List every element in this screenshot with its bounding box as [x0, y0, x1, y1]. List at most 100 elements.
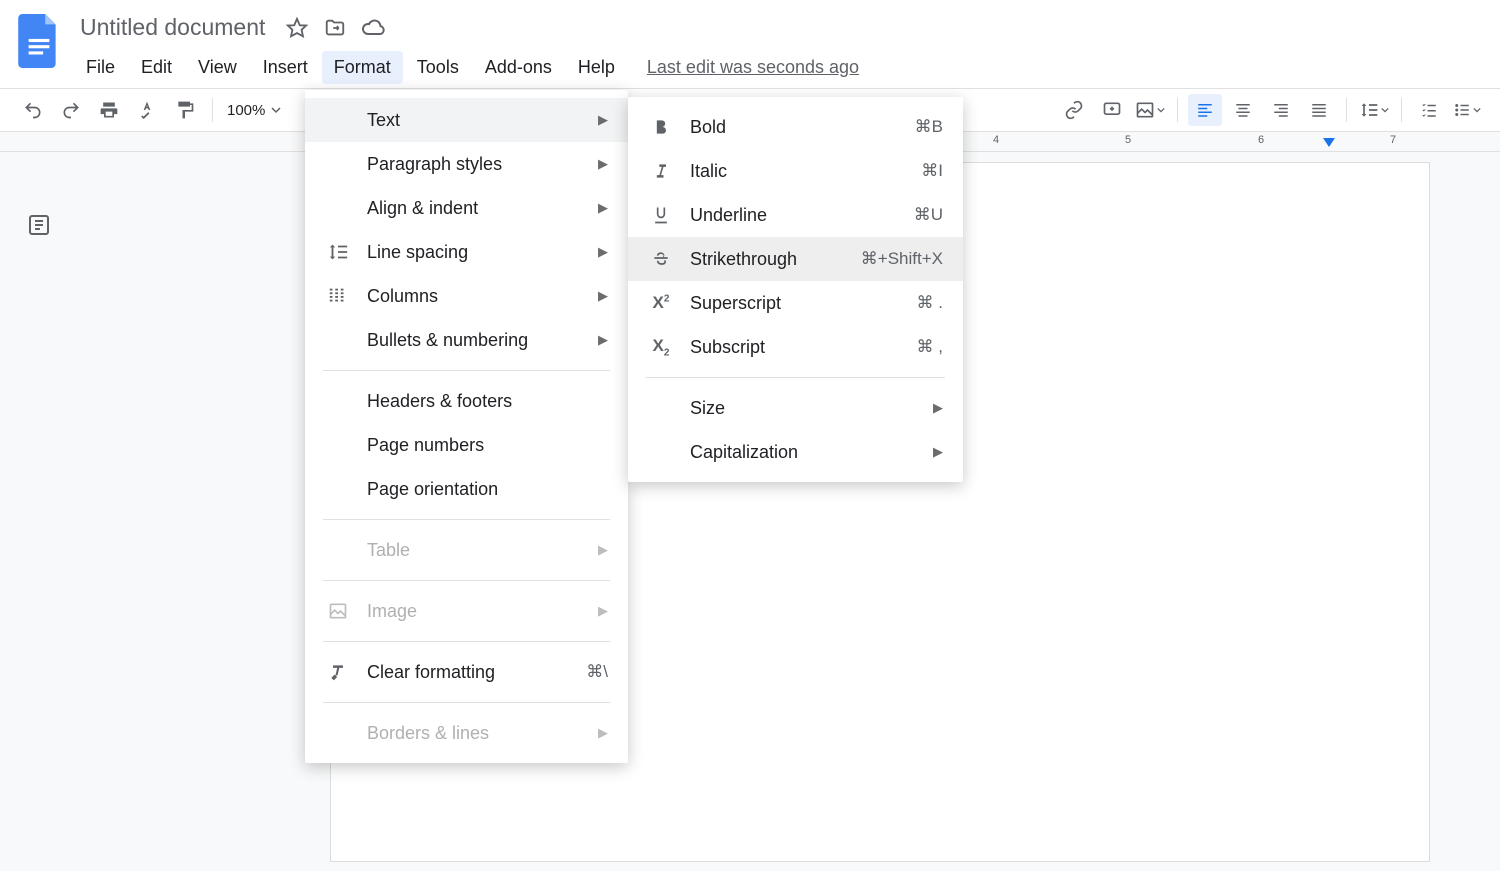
menu-label: Bold: [690, 117, 726, 138]
format-menu-columns[interactable]: Columns ▶: [305, 274, 628, 318]
ruler-number: 4: [993, 134, 999, 146]
format-menu-text[interactable]: Text ▶: [305, 98, 628, 142]
text-submenu-dropdown: Bold ⌘B Italic ⌘I Underline ⌘U Strikethr…: [628, 97, 963, 482]
submenu-arrow-icon: ▶: [574, 725, 608, 741]
zoom-value: 100%: [227, 102, 265, 119]
text-menu-superscript[interactable]: X2 Superscript ⌘ .: [628, 281, 963, 325]
text-menu-italic[interactable]: Italic ⌘I: [628, 149, 963, 193]
checklist-button[interactable]: [1412, 94, 1446, 126]
menu-edit[interactable]: Edit: [129, 51, 184, 84]
toolbar-separator: [1401, 98, 1402, 122]
format-menu-paragraph-styles[interactable]: Paragraph styles ▶: [305, 142, 628, 186]
menu-label: Bullets & numbering: [367, 330, 528, 351]
menu-label: Columns: [367, 286, 438, 307]
format-menu-page-orientation[interactable]: Page orientation: [305, 467, 628, 511]
sub-icon: X2: [648, 334, 674, 360]
menu-file[interactable]: File: [74, 51, 127, 84]
menu-label: Align & indent: [367, 198, 478, 219]
paint-format-button[interactable]: [168, 94, 202, 126]
menu-label: Superscript: [690, 293, 781, 314]
menu-label: Headers & footers: [367, 391, 512, 412]
docs-logo[interactable]: [18, 14, 60, 68]
menu-insert[interactable]: Insert: [251, 51, 320, 84]
text-menu-size[interactable]: Size ▶: [628, 386, 963, 430]
chevron-down-icon: [271, 105, 281, 115]
text-menu-bold[interactable]: Bold ⌘B: [628, 105, 963, 149]
format-menu-page-numbers[interactable]: Page numbers: [305, 423, 628, 467]
menu-label: Subscript: [690, 337, 765, 358]
undo-button[interactable]: [16, 94, 50, 126]
text-menu-capitalization[interactable]: Capitalization ▶: [628, 430, 963, 474]
underline-icon: [648, 202, 674, 228]
text-menu-subscript[interactable]: X2 Subscript ⌘ ,: [628, 325, 963, 369]
bulleted-list-button[interactable]: [1450, 94, 1484, 126]
format-menu-clear-formatting[interactable]: Clear formatting ⌘\: [305, 650, 628, 694]
menu-separator: [323, 519, 610, 520]
last-edit-link[interactable]: Last edit was seconds ago: [647, 57, 859, 78]
insert-image-button[interactable]: [1133, 94, 1167, 126]
format-menu-line-spacing[interactable]: Line spacing ▶: [305, 230, 628, 274]
menu-label: Clear formatting: [367, 662, 495, 683]
menu-label: Italic: [690, 161, 727, 182]
toolbar-separator: [1346, 98, 1347, 122]
align-left-button[interactable]: [1188, 94, 1222, 126]
menu-format[interactable]: Format: [322, 51, 403, 84]
zoom-select[interactable]: 100%: [221, 102, 287, 119]
ruler-number: 6: [1258, 134, 1264, 146]
menu-label: Capitalization: [690, 442, 798, 463]
format-menu-align-indent[interactable]: Align & indent ▶: [305, 186, 628, 230]
italic-icon: [648, 158, 674, 184]
menu-label: Strikethrough: [690, 249, 797, 270]
ruler-right-margin-marker[interactable]: [1323, 138, 1335, 147]
submenu-arrow-icon: ▶: [574, 200, 608, 216]
comment-button[interactable]: [1095, 94, 1129, 126]
menu-label: Page orientation: [367, 479, 498, 500]
star-icon[interactable]: [285, 16, 309, 40]
menu-label: Image: [367, 601, 417, 622]
menu-view[interactable]: View: [186, 51, 249, 84]
line-spacing-icon: [325, 239, 351, 265]
doc-title-input[interactable]: Untitled document: [74, 12, 271, 43]
toolbar-separator: [212, 98, 213, 122]
menu-label: Page numbers: [367, 435, 484, 456]
link-button[interactable]: [1057, 94, 1091, 126]
shortcut-label: ⌘ ,: [893, 337, 943, 357]
bold-icon: [648, 114, 674, 140]
toolbar-separator: [1177, 98, 1178, 122]
format-menu-image: Image ▶: [305, 589, 628, 633]
menu-addons[interactable]: Add-ons: [473, 51, 564, 84]
submenu-arrow-icon: ▶: [909, 400, 943, 416]
strike-icon: [648, 246, 674, 272]
text-menu-strikethrough[interactable]: Strikethrough ⌘+Shift+X: [628, 237, 963, 281]
spellcheck-button[interactable]: [130, 94, 164, 126]
menu-help[interactable]: Help: [566, 51, 627, 84]
outline-toggle-button[interactable]: [24, 210, 54, 240]
align-right-button[interactable]: [1264, 94, 1298, 126]
shortcut-label: ⌘B: [891, 117, 943, 137]
shortcut-label: ⌘U: [890, 205, 943, 225]
menu-label: Table: [367, 540, 410, 561]
align-justify-button[interactable]: [1302, 94, 1336, 126]
menu-separator: [323, 641, 610, 642]
text-menu-underline[interactable]: Underline ⌘U: [628, 193, 963, 237]
move-folder-icon[interactable]: [323, 16, 347, 40]
print-button[interactable]: [92, 94, 126, 126]
menu-tools[interactable]: Tools: [405, 51, 471, 84]
header: Untitled document File Edit View Insert …: [0, 0, 1500, 88]
menu-bar: File Edit View Insert Format Tools Add-o…: [74, 49, 1500, 84]
menu-label: Paragraph styles: [367, 154, 502, 175]
format-menu-headers-footers[interactable]: Headers & footers: [305, 379, 628, 423]
image-icon: [325, 598, 351, 624]
submenu-arrow-icon: ▶: [574, 288, 608, 304]
line-spacing-button[interactable]: [1357, 94, 1391, 126]
cloud-status-icon[interactable]: [361, 16, 385, 40]
submenu-arrow-icon: ▶: [574, 542, 608, 558]
menu-label: Line spacing: [367, 242, 468, 263]
redo-button[interactable]: [54, 94, 88, 126]
menu-separator: [323, 702, 610, 703]
align-center-button[interactable]: [1226, 94, 1260, 126]
format-menu-bullets[interactable]: Bullets & numbering ▶: [305, 318, 628, 362]
menu-separator: [646, 377, 945, 378]
submenu-arrow-icon: ▶: [574, 156, 608, 172]
format-menu-borders-lines: Borders & lines ▶: [305, 711, 628, 755]
